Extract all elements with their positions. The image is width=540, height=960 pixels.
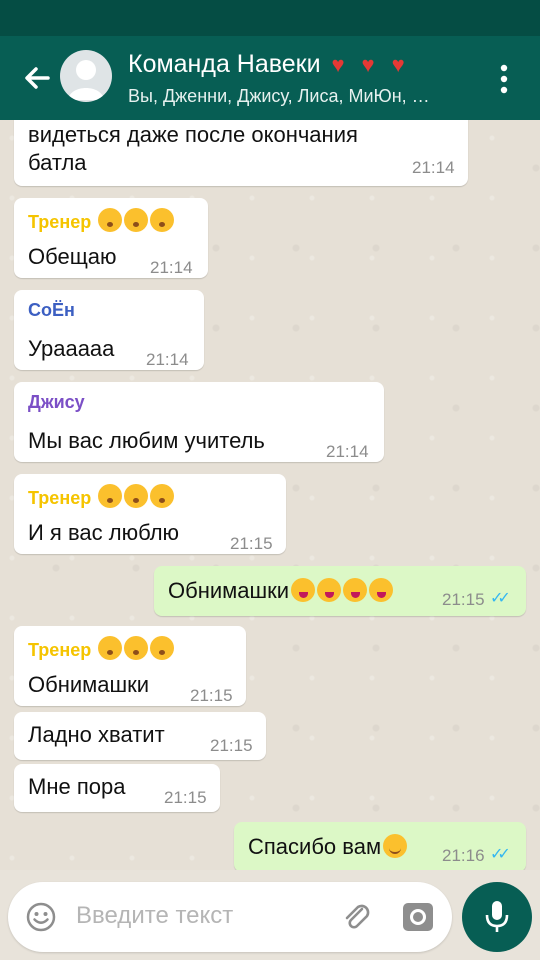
- message-time: 21:16: [442, 846, 485, 865]
- read-receipt-icon: ✓✓: [490, 590, 511, 607]
- message-text: Обещаю: [28, 244, 117, 269]
- smiling-face-icon: [383, 834, 408, 858]
- message-time: 21:15: [164, 788, 207, 807]
- winking-tongue-face-icon: [343, 578, 368, 602]
- microphone-icon: [485, 901, 509, 932]
- message-bubble[interactable]: Тренер Обнимашки 21:15: [14, 626, 246, 706]
- message-time: 21:14: [326, 442, 369, 461]
- message-bubble[interactable]: видеться даже после окончания батла 21:1…: [14, 120, 468, 186]
- message-bubble[interactable]: Джису Мы вас любим учитель 21:14: [14, 382, 384, 462]
- group-name: Команда Навеки: [128, 50, 321, 78]
- message-text: Ладно хватит: [28, 722, 165, 747]
- message-time: 21:14: [146, 350, 189, 369]
- kiss-lips-icon: ♥: [331, 52, 345, 77]
- message-bubble[interactable]: Мне пора 21:15: [14, 764, 220, 812]
- message-list[interactable]: видеться даже после окончания батла 21:1…: [0, 120, 540, 870]
- group-avatar[interactable]: [60, 50, 112, 102]
- message-time: 21:14: [412, 158, 455, 177]
- message-text: Мне пора: [28, 774, 126, 799]
- message-input[interactable]: Введите текст: [76, 902, 233, 930]
- back-arrow-icon[interactable]: [18, 58, 58, 98]
- sender-name: Тренер: [28, 484, 175, 509]
- kissing-face-icon: [150, 484, 175, 508]
- message-bubble[interactable]: Спасибо вам 21:16 ✓✓: [234, 822, 526, 870]
- kiss-lips-icon: ♥: [391, 52, 405, 77]
- message-text: батла: [28, 150, 87, 175]
- message-time: 21:15: [442, 590, 485, 609]
- kissing-face-icon: [150, 636, 175, 660]
- winking-tongue-face-icon: [291, 578, 316, 602]
- message-composer: Введите текст: [8, 882, 452, 952]
- kiss-lips-icon: ♥: [361, 52, 375, 77]
- status-bar: [0, 0, 540, 36]
- more-options-icon[interactable]: [490, 62, 518, 96]
- message-text: Урааааа: [28, 336, 115, 361]
- read-receipt-icon: ✓✓: [490, 846, 511, 863]
- emoji-picker-icon[interactable]: [26, 902, 56, 932]
- message-time: 21:15: [230, 534, 273, 553]
- sender-name: Тренер: [28, 636, 175, 661]
- message-bubble[interactable]: Тренер И я вас люблю 21:15: [14, 474, 286, 554]
- group-title[interactable]: Команда Навеки ♥ ♥ ♥: [128, 50, 405, 79]
- sender-name: Тренер: [28, 208, 175, 233]
- message-text: Спасибо вам: [248, 834, 408, 860]
- mic-button[interactable]: [462, 882, 532, 952]
- kissing-face-icon: [98, 208, 123, 232]
- message-time: 21:15: [190, 686, 233, 705]
- kissing-face-icon: [124, 636, 149, 660]
- message-time: 21:15: [210, 736, 253, 755]
- message-text: Обнимашки: [168, 578, 394, 604]
- sender-name: Джису: [28, 392, 85, 412]
- kissing-face-icon: [124, 208, 149, 232]
- message-text: Обнимашки: [28, 672, 150, 697]
- message-bubble[interactable]: СоЁн Урааааа 21:14: [14, 290, 204, 370]
- kissing-face-icon: [150, 208, 175, 232]
- winking-tongue-face-icon: [369, 578, 394, 602]
- winking-tongue-face-icon: [317, 578, 342, 602]
- kissing-face-icon: [98, 636, 123, 660]
- message-time: 21:14: [150, 258, 193, 277]
- sender-name: СоЁн: [28, 300, 75, 320]
- message-text: видеться даже после окончания: [28, 122, 358, 147]
- message-text: Мы вас любим учитель: [28, 428, 265, 453]
- message-bubble[interactable]: Обнимашки 21:15 ✓✓: [154, 566, 526, 616]
- kissing-face-icon: [98, 484, 123, 508]
- message-bubble[interactable]: Ладно хватит 21:15: [14, 712, 266, 760]
- chat-header: Команда Навеки ♥ ♥ ♥ Вы, Дженни, Джису, …: [0, 36, 540, 120]
- paperclip-icon[interactable]: [340, 900, 374, 934]
- message-text: И я вас люблю: [28, 520, 180, 545]
- group-members[interactable]: Вы, Дженни, Джису, Лиса, МиЮн, …: [128, 86, 468, 107]
- message-bubble[interactable]: Тренер Обещаю 21:14: [14, 198, 208, 278]
- kissing-face-icon: [124, 484, 149, 508]
- camera-icon[interactable]: [402, 902, 434, 932]
